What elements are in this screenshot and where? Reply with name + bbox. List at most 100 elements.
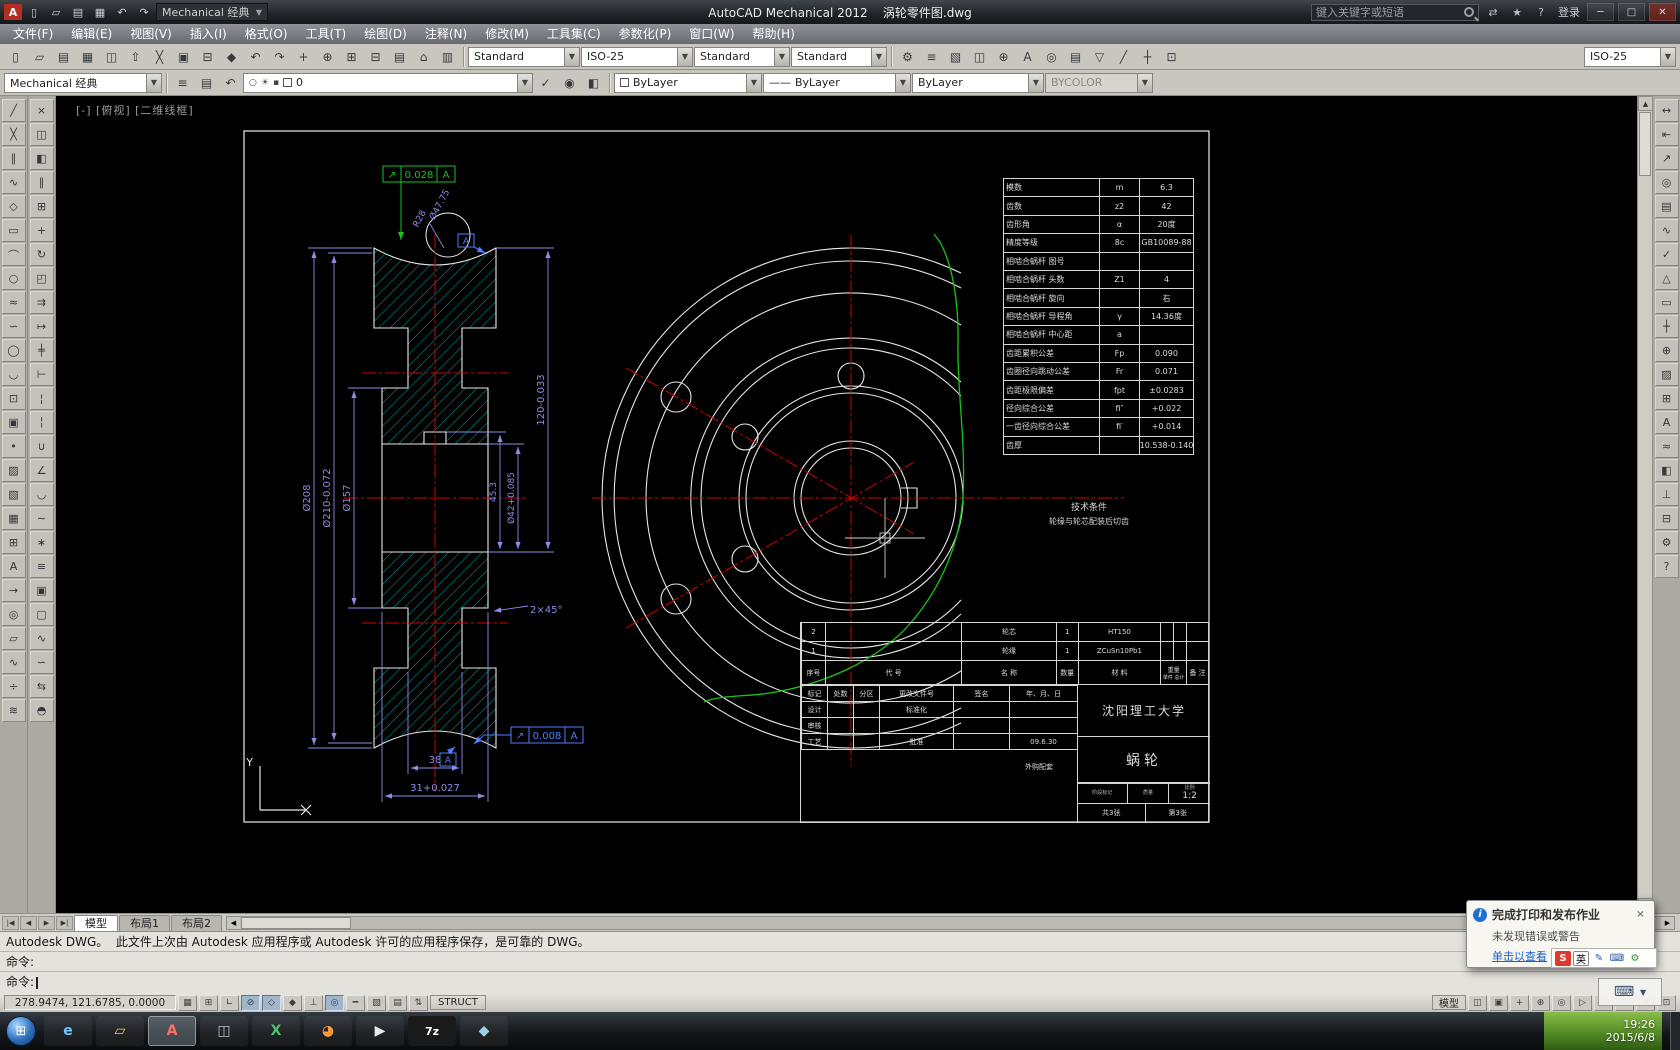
workspace-switcher[interactable]: Mechanical 经典 ▼ <box>156 3 268 21</box>
polygon-tool[interactable]: ◇ <box>2 195 26 218</box>
dim-style-combo-right[interactable]: ISO-25▼ <box>1584 47 1676 67</box>
menu-view[interactable]: 视图(V) <box>121 24 181 44</box>
pan-icon[interactable]: + <box>292 46 315 68</box>
quickprops-toggle[interactable]: ▤ <box>388 995 407 1011</box>
hatch-tool[interactable]: ▨ <box>1655 363 1679 386</box>
ime-keyboard-icon[interactable]: ⌨ <box>1609 951 1625 966</box>
redo-icon[interactable]: ↷ <box>268 46 291 68</box>
zoom-realtime-icon[interactable]: ⊕ <box>316 46 339 68</box>
menu-modify[interactable]: 修改(M) <box>476 24 538 44</box>
tab-next-icon[interactable]: ▶ <box>38 916 55 930</box>
quickview-drawings-icon[interactable]: ▣ <box>1489 995 1508 1011</box>
move-tool[interactable]: + <box>30 219 54 242</box>
rotate-tool[interactable]: ↻ <box>30 243 54 266</box>
snap-toggle[interactable]: ▦ <box>178 995 197 1011</box>
tab-layout2[interactable]: 布局2 <box>171 915 222 931</box>
paste-icon[interactable]: ⊟ <box>196 46 219 68</box>
hole-chart-tool[interactable]: ⊞ <box>1655 387 1679 410</box>
app-icon[interactable]: A <box>4 4 22 20</box>
player-icon[interactable]: ▶ <box>356 1016 404 1046</box>
power-dimension-tool[interactable]: ⇤ <box>1655 123 1679 146</box>
tab-last-icon[interactable]: ▶| <box>56 916 73 930</box>
wipeout-tool[interactable]: ▱ <box>2 627 26 650</box>
am-settings-icon[interactable]: ⊡ <box>1160 46 1183 68</box>
browser-icon[interactable]: e <box>44 1016 92 1046</box>
help-tool[interactable]: ? <box>1655 555 1679 578</box>
start-button[interactable]: ⊞ <box>6 1016 36 1046</box>
cut-icon[interactable]: ╳ <box>148 46 171 68</box>
balloon-tool[interactable]: ◎ <box>1655 171 1679 194</box>
zoom-window-icon[interactable]: ⊞ <box>340 46 363 68</box>
menu-file[interactable]: 文件(F) <box>4 24 62 44</box>
zoom-previous-icon[interactable]: ⊟ <box>364 46 387 68</box>
osnap-toggle[interactable]: ◇ <box>262 995 281 1011</box>
scrollbar-thumb[interactable] <box>241 917 351 929</box>
layer-iso-tool[interactable]: ◧ <box>1655 459 1679 482</box>
struct-button[interactable]: STRUCT <box>430 995 486 1010</box>
plot-icon[interactable]: ▦ <box>90 3 110 21</box>
vertical-scrollbar[interactable]: ▲ ▼ <box>1637 96 1652 913</box>
mech-structure-icon[interactable]: ≡ <box>920 46 943 68</box>
chevron-down-icon[interactable]: ▼ <box>1028 74 1043 92</box>
mech-options-icon[interactable]: ⚙ <box>896 46 919 68</box>
ime-lang-indicator[interactable]: 英 <box>1573 951 1589 966</box>
polyline-tool[interactable]: ∿ <box>2 171 26 194</box>
chamfer-tool[interactable]: ∠ <box>30 459 54 482</box>
layer-previous-icon[interactable]: ↶ <box>219 72 242 94</box>
menu-help[interactable]: 帮助(H) <box>744 24 804 44</box>
partslist-tool[interactable]: ▤ <box>1655 195 1679 218</box>
chevron-down-icon[interactable]: ▼ <box>146 74 161 92</box>
lengthen-tool[interactable]: ↦ <box>30 315 54 338</box>
layer-groups-icon[interactable]: ▧ <box>944 46 967 68</box>
line-tool[interactable]: ╱ <box>2 99 26 122</box>
linetype-combo[interactable]: —— ByLayer▼ <box>763 73 911 93</box>
transparency-toggle[interactable]: ▨ <box>367 995 386 1011</box>
exchange-icon[interactable]: ⇄ <box>1483 3 1503 21</box>
make-current-icon[interactable]: ✓ <box>534 72 557 94</box>
tab-prev-icon[interactable]: ◀ <box>20 916 37 930</box>
fcf-tool[interactable]: ▭ <box>1655 291 1679 314</box>
drawing-canvas[interactable]: Ø208 Ø210-0.072 Ø157 120-0.033 Ø42+0.085… <box>56 96 1637 913</box>
model-space-button[interactable]: 模型 <box>1432 995 1466 1010</box>
window-app-icon[interactable]: ◫ <box>200 1016 248 1046</box>
menu-edit[interactable]: 编辑(E) <box>62 24 121 44</box>
measure-tool[interactable]: ≋ <box>2 699 26 722</box>
dyninput-toggle[interactable]: ◎ <box>325 995 344 1011</box>
hatch-tool[interactable]: ▨ <box>2 459 26 482</box>
partslist-icon[interactable]: ▤ <box>1064 46 1087 68</box>
ime-pen-icon[interactable]: ✎ <box>1591 951 1607 966</box>
firefox-icon[interactable]: ◕ <box>304 1016 352 1046</box>
point-tool[interactable]: • <box>2 435 26 458</box>
undo-icon[interactable]: ↶ <box>112 3 132 21</box>
centerline-icon[interactable]: ┼ <box>1136 46 1159 68</box>
note-tool[interactable]: A <box>1655 411 1679 434</box>
sevenzip-icon[interactable]: 7z <box>408 1016 456 1046</box>
showmotion-icon[interactable]: ▷ <box>1573 995 1592 1011</box>
dynucs-toggle[interactable]: ⊥ <box>304 995 323 1011</box>
mtext-tool[interactable]: A <box>2 555 26 578</box>
minimize-button[interactable]: ─ <box>1587 3 1614 21</box>
settings-tool[interactable]: ⚙ <box>1655 531 1679 554</box>
dim-style-combo[interactable]: ISO-25▼ <box>581 47 693 67</box>
fillet-tool[interactable]: ◡ <box>30 483 54 506</box>
snip-tool-icon[interactable]: ◆ <box>460 1016 508 1046</box>
multileader-tool[interactable]: ↗ <box>1655 147 1679 170</box>
draworder-tool[interactable]: ◓ <box>30 699 54 722</box>
menu-window[interactable]: 窗口(W) <box>680 24 743 44</box>
break-point-tool[interactable]: ¦ <box>30 387 54 410</box>
help-icon[interactable]: ? <box>1531 3 1551 21</box>
surface-texture-tool[interactable]: ✓ <box>1655 243 1679 266</box>
ungroup-tool[interactable]: ▢ <box>30 603 54 626</box>
favorites-icon[interactable]: ★ <box>1507 3 1527 21</box>
erase-tool[interactable]: × <box>30 99 54 122</box>
trim-tool[interactable]: ╪ <box>30 339 54 362</box>
sogou-icon[interactable]: S <box>1555 951 1571 966</box>
open-icon[interactable]: ▱ <box>46 3 66 21</box>
layer-walk-icon[interactable]: ◧ <box>582 72 605 94</box>
annotation-icon[interactable]: A <box>1016 46 1039 68</box>
show-desktop-button[interactable] <box>1670 1012 1680 1050</box>
detail-icon[interactable]: ⊕ <box>992 46 1015 68</box>
sign-in-button[interactable]: 登录 <box>1555 4 1583 20</box>
menu-content[interactable]: 工具集(C) <box>538 24 610 44</box>
ime-tools-icon[interactable]: ⚙ <box>1627 951 1643 966</box>
